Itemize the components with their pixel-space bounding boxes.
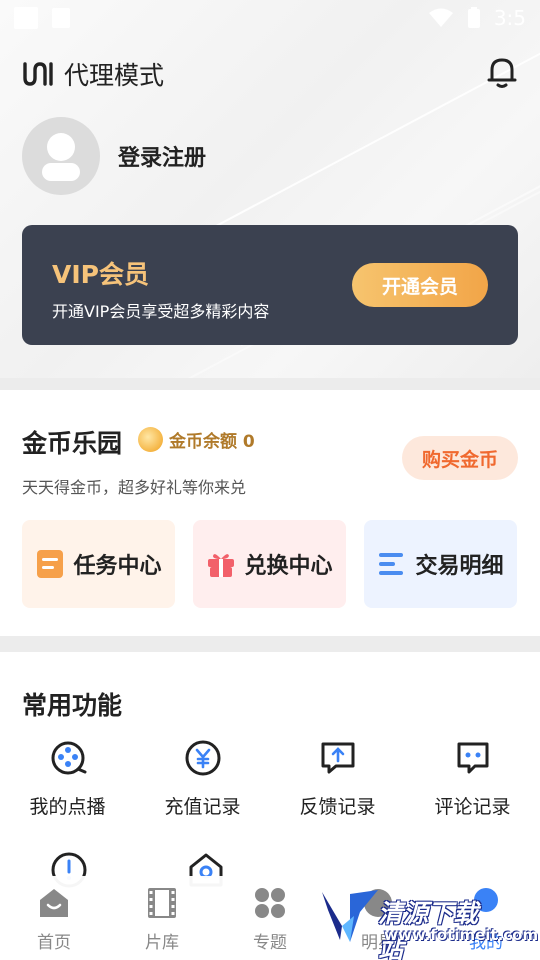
coin-balance-label: 金币余额 0 <box>169 432 255 452</box>
task-icon <box>37 550 64 578</box>
coin-park-section: 金币乐园 金币余额 0 天天得金币，超多好礼等你来兑 购买金币 任务中心 兑换中… <box>0 390 540 636</box>
battery-icon <box>467 7 480 28</box>
coin-park-title: 金币乐园 <box>22 429 123 458</box>
feedback-history-label: 反馈记录 <box>299 796 376 818</box>
notification-icon <box>14 7 38 29</box>
open-vip-button[interactable]: 开通会员 <box>352 263 488 307</box>
feedback-history-item[interactable]: 反馈记录 <box>270 738 405 819</box>
status-time: 3:5 <box>493 6 526 30</box>
login-register-link[interactable]: 登录注册 <box>118 140 206 172</box>
list-icon <box>379 553 404 575</box>
recharge-history-item[interactable]: 充值记录 <box>135 738 270 819</box>
my-vod-item[interactable]: 我的点播 <box>0 738 135 819</box>
feedback-icon <box>321 742 354 774</box>
task-center-card[interactable]: 任务中心 <box>22 520 175 608</box>
home-icon <box>40 889 68 917</box>
yen-icon <box>185 740 220 776</box>
tab-topics-label: 专题 <box>253 933 287 953</box>
exchange-center-card[interactable]: 兑换中心 <box>193 520 346 608</box>
vip-card: VIP会员 开通VIP会员享受超多精彩内容 开通会员 <box>22 225 518 345</box>
coin-balance: 金币余额 0 <box>138 427 255 452</box>
comment-icon <box>457 742 488 774</box>
tab-topics[interactable]: 专题 <box>216 876 324 960</box>
avatar[interactable] <box>22 117 100 195</box>
trade-detail-card[interactable]: 交易明细 <box>364 520 517 608</box>
decorative-streak <box>160 0 540 257</box>
storage-icon <box>52 8 70 28</box>
page-header: 代理模式 <box>22 56 164 92</box>
vip-description: 开通VIP会员享受超多精彩内容 <box>52 302 270 321</box>
film-reel-icon <box>51 741 86 775</box>
watermark-url: www.fotimeit.com <box>384 926 539 944</box>
coin-icon <box>138 427 163 452</box>
tab-library[interactable]: 片库 <box>108 876 216 960</box>
my-vod-label: 我的点播 <box>29 796 106 818</box>
watermark-logo-icon <box>322 890 378 942</box>
common-functions-title: 常用功能 <box>22 691 123 720</box>
app-logo-icon <box>23 62 53 86</box>
recharge-history-label: 充值记录 <box>164 796 241 818</box>
film-icon <box>148 888 176 918</box>
coin-park-subtitle: 天天得金币，超多好礼等你来兑 <box>22 478 247 497</box>
bell-icon[interactable] <box>486 55 518 89</box>
wifi-icon <box>428 8 453 27</box>
grid-icon <box>255 888 285 918</box>
buy-coins-button[interactable]: 购买金币 <box>402 436 518 480</box>
page-title: 代理模式 <box>64 61 165 90</box>
trade-detail-label: 交易明细 <box>415 554 504 579</box>
status-bar: 3:5 <box>0 0 540 36</box>
tab-home[interactable]: 首页 <box>0 876 108 960</box>
profile-row[interactable]: 登录注册 <box>22 117 206 195</box>
gift-icon <box>208 554 235 577</box>
tab-library-label: 片库 <box>145 933 179 953</box>
tab-home-label: 首页 <box>37 933 71 953</box>
task-center-label: 任务中心 <box>73 554 162 579</box>
exchange-center-label: 兑换中心 <box>244 554 333 579</box>
function-grid: 我的点播 充值记录 反馈记录 评论记录 <box>0 738 540 819</box>
coin-card-row: 任务中心 兑换中心 交易明细 <box>22 520 517 608</box>
site-watermark: 清源下载站 www.fotimeit.com <box>320 884 538 960</box>
vip-title: VIP会员 <box>52 260 149 289</box>
comment-history-label: 评论记录 <box>434 796 511 818</box>
comment-history-item[interactable]: 评论记录 <box>405 738 540 819</box>
